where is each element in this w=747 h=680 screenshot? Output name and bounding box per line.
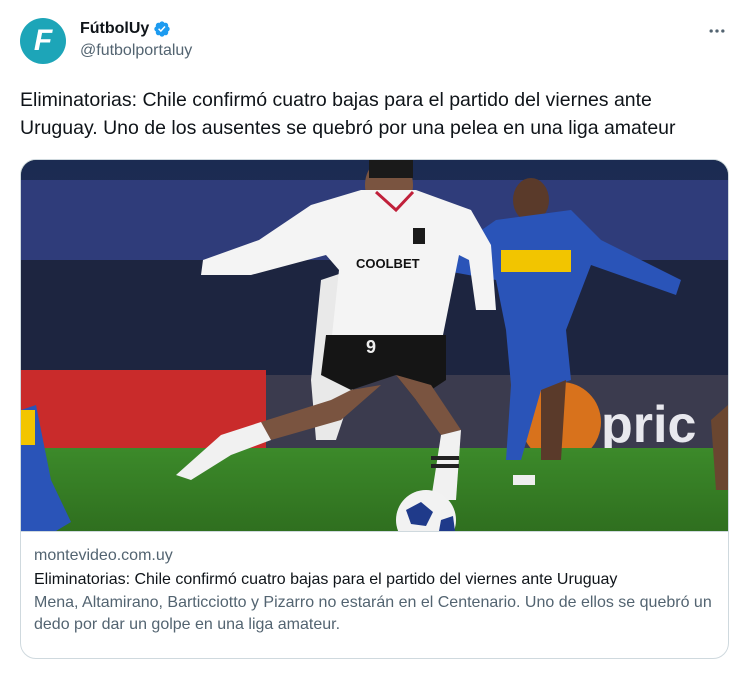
card-image[interactable]: pric COOLBET 9	[21, 160, 728, 531]
link-card[interactable]: pric COOLBET 9 montevideo.com.uy Elimina…	[20, 159, 729, 659]
jersey-sponsor: COOLBET	[356, 256, 420, 271]
card-domain[interactable]: montevideo.com.uy	[34, 546, 715, 566]
card-description: Mena, Altamirano, Barticciotto y Pizarro…	[34, 594, 712, 633]
author-display-name[interactable]: FútbolUy	[80, 20, 149, 38]
display-name-row: FútbolUy	[80, 20, 192, 38]
avatar-letter: F	[33, 24, 53, 57]
verified-badge-icon	[153, 20, 171, 38]
jersey-number: 9	[366, 337, 376, 357]
author-handle[interactable]: @futbolportaluy	[80, 42, 192, 60]
card-body[interactable]: montevideo.com.uy Eliminatorias: Chile c…	[21, 531, 728, 658]
board-text: pric	[601, 396, 696, 454]
author-names: FútbolUy @futbolportaluy	[80, 20, 192, 60]
more-horizontal-icon[interactable]	[706, 20, 728, 42]
match-photo: pric COOLBET 9	[21, 160, 728, 531]
tweet-text: Eliminatorias: Chile confirmó cuatro baj…	[20, 89, 676, 139]
card-title[interactable]: Eliminatorias: Chile confirmó cuatro baj…	[34, 569, 715, 591]
author-avatar[interactable]: F	[20, 18, 66, 64]
tweet-header: F FútbolUy @futbolportaluy	[20, 16, 730, 68]
